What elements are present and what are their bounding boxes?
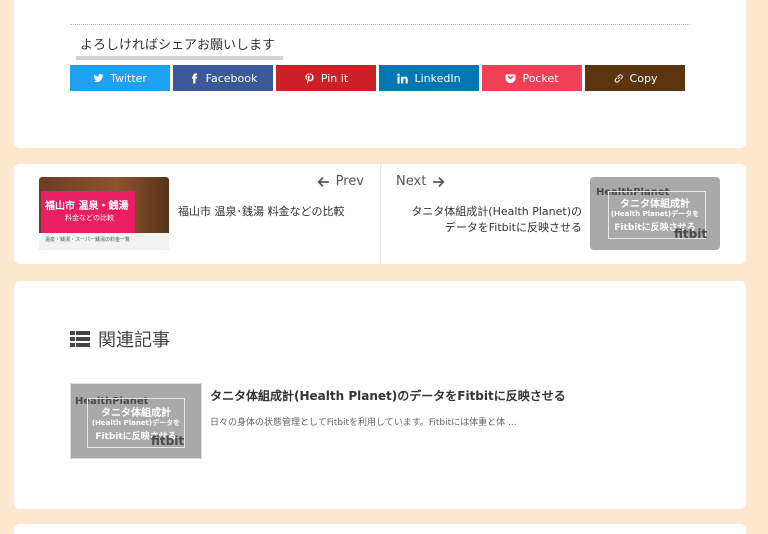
list-icon	[70, 331, 90, 347]
pinterest-label: Pin it	[320, 71, 349, 85]
prev-post-title[interactable]: 福山市 温泉･銭湯 料金などの比較	[178, 204, 345, 220]
share-heading: よろしければシェアお願いします	[76, 34, 284, 60]
prev-text: Prev	[335, 174, 364, 189]
thumbnail-line2: 料金などの比較	[65, 214, 114, 222]
link-icon	[614, 73, 623, 83]
twitter-icon	[93, 73, 104, 82]
nav-divider	[380, 164, 381, 264]
next-section-edge	[14, 524, 746, 534]
fitbit-logo: fitbit	[674, 227, 708, 241]
thumbnail-footer: 温泉・銭湯・スーパー銭湯の料金一覧	[45, 237, 130, 243]
related-post-thumbnail[interactable]: HealthPlanet タニタ体組成計 (Health Planet)データを…	[70, 383, 202, 459]
pinterest-icon	[305, 72, 314, 84]
linkedin-icon	[397, 72, 409, 84]
arrow-right-icon	[433, 176, 445, 187]
related-heading: 関連記事	[70, 326, 170, 352]
linkedin-label: LinkedIn	[414, 71, 461, 85]
next-text: Next	[396, 174, 427, 189]
share-buttons: Twitter Facebook Pin it LinkedIn Pocket …	[70, 65, 685, 91]
prev-label[interactable]: Prev	[316, 174, 364, 189]
related-heading-text: 関連記事	[98, 330, 170, 351]
post-navigation: 福山市 温泉・銭湯 料金などの比較 温泉・銭湯・スーパー銭湯の料金一覧 Prev…	[14, 164, 746, 264]
pocket-icon	[505, 73, 516, 83]
prev-post-thumbnail[interactable]: 福山市 温泉・銭湯 料金などの比較 温泉・銭湯・スーパー銭湯の料金一覧	[39, 177, 169, 250]
copy-link-button[interactable]: Copy	[585, 65, 685, 91]
pocket-label: Pocket	[522, 71, 559, 85]
related-post-title[interactable]: タニタ体組成計(Health Planet)のデータをFitbitに反映させる	[210, 387, 566, 404]
thumbnail-line2: (Health Planet)データを	[610, 210, 700, 218]
next-label[interactable]: Next	[396, 174, 446, 189]
twitter-share-button[interactable]: Twitter	[70, 65, 170, 91]
next-title-line2: データをFitbitに反映させる	[444, 221, 582, 234]
thumbnail-line1: タニタ体組成計	[620, 199, 690, 210]
linkedin-share-button[interactable]: LinkedIn	[379, 65, 479, 91]
facebook-icon	[191, 72, 197, 84]
share-section: よろしければシェアお願いします Twitter Facebook Pin it …	[14, 0, 746, 148]
divider	[70, 24, 690, 25]
next-post-thumbnail[interactable]: HealthPlanet タニタ体組成計 (Health Planet)データを…	[590, 177, 720, 250]
thumbnail-line1: タニタ体組成計	[101, 408, 171, 419]
pinterest-share-button[interactable]: Pin it	[276, 65, 376, 91]
related-posts-section: 関連記事 HealthPlanet タニタ体組成計 (Health Planet…	[14, 281, 746, 509]
facebook-share-button[interactable]: Facebook	[173, 65, 273, 91]
thumbnail-paper: 温泉・銭湯・スーパー銭湯の料金一覧	[39, 233, 169, 250]
twitter-label: Twitter	[110, 71, 147, 85]
thumbnail-sign: 福山市 温泉・銭湯 料金などの比較	[41, 191, 135, 233]
arrow-left-icon	[317, 176, 329, 187]
related-post-excerpt: 日々の身体の状態管理としてFitbitを利用しています。Fitbitには体重と体…	[210, 418, 517, 428]
next-title-line1: タニタ体組成計(Health Planet)の	[411, 205, 582, 218]
pocket-share-button[interactable]: Pocket	[482, 65, 582, 91]
copy-label: Copy	[629, 71, 658, 85]
facebook-label: Facebook	[205, 71, 258, 85]
thumbnail-line1: 福山市 温泉・銭湯	[45, 201, 129, 212]
next-post-title[interactable]: タニタ体組成計(Health Planet)の データをFitbitに反映させる	[382, 204, 582, 236]
thumbnail-line2: (Health Planet)データを	[91, 419, 181, 427]
fitbit-logo: fitbit	[151, 434, 185, 448]
